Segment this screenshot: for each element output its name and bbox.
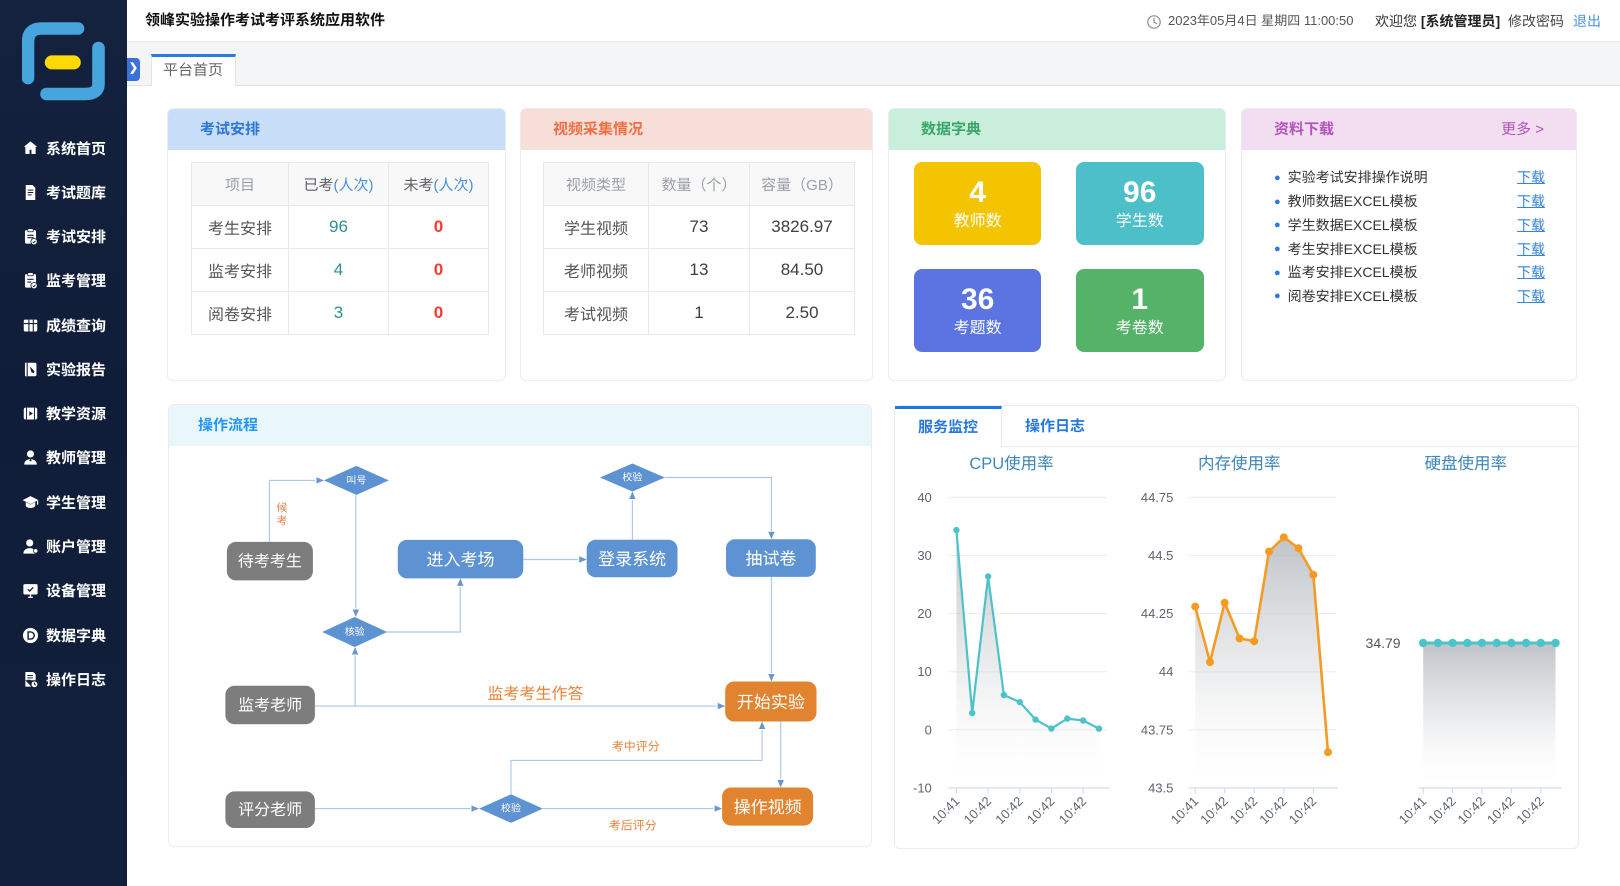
svg-text:10:42: 10:42 — [1227, 793, 1261, 827]
svg-text:评分老师: 评分老师 — [238, 801, 302, 819]
svg-text:0: 0 — [925, 722, 932, 737]
svg-text:10:42: 10:42 — [992, 793, 1026, 827]
svg-text:10:42: 10:42 — [1197, 793, 1231, 827]
svg-text:10:42: 10:42 — [1455, 793, 1489, 827]
svg-text:硬盘使用率: 硬盘使用率 — [1424, 454, 1507, 473]
svg-text:43.75: 43.75 — [1141, 722, 1174, 737]
svg-text:44.5: 44.5 — [1148, 548, 1173, 563]
svg-text:核验: 核验 — [345, 626, 365, 638]
svg-text:叫号: 叫号 — [346, 474, 366, 486]
svg-text:10:42: 10:42 — [1484, 793, 1518, 827]
svg-text:10:41: 10:41 — [1168, 793, 1202, 827]
svg-text:考中评分: 考中评分 — [612, 740, 660, 754]
svg-text:抽试卷: 抽试卷 — [745, 550, 796, 569]
svg-text:10:41: 10:41 — [929, 793, 963, 827]
svg-text:44.75: 44.75 — [1141, 489, 1174, 504]
svg-text:34.79: 34.79 — [1366, 635, 1401, 651]
svg-text:10:42: 10:42 — [1256, 793, 1290, 827]
svg-text:30: 30 — [917, 548, 931, 563]
svg-text:CPU使用率: CPU使用率 — [969, 455, 1053, 473]
svg-text:校验: 校验 — [501, 803, 521, 815]
svg-text:监考老师: 监考老师 — [238, 697, 302, 715]
svg-text:开始实验: 开始实验 — [737, 693, 805, 712]
svg-text:校验: 校验 — [622, 472, 642, 484]
svg-text:10:42: 10:42 — [1024, 793, 1058, 827]
svg-text:43.5: 43.5 — [1148, 780, 1173, 795]
svg-text:10:42: 10:42 — [1425, 793, 1459, 827]
svg-text:内存使用率: 内存使用率 — [1198, 455, 1281, 473]
svg-text:10:41: 10:41 — [1396, 793, 1430, 827]
svg-text:考: 考 — [277, 515, 288, 528]
svg-text:10:42: 10:42 — [961, 793, 995, 827]
svg-text:44: 44 — [1159, 664, 1173, 679]
svg-text:候: 候 — [277, 502, 288, 515]
svg-text:-10: -10 — [913, 780, 932, 795]
svg-text:监考考生作答: 监考考生作答 — [487, 685, 583, 703]
svg-text:10: 10 — [917, 664, 931, 679]
svg-text:操作视频: 操作视频 — [734, 798, 802, 817]
svg-text:登录系统: 登录系统 — [598, 550, 666, 569]
svg-text:20: 20 — [917, 606, 931, 621]
svg-text:10:42: 10:42 — [1286, 793, 1320, 827]
svg-text:10:42: 10:42 — [1056, 793, 1090, 827]
svg-text:40: 40 — [917, 489, 931, 504]
svg-text:10:42: 10:42 — [1513, 793, 1547, 827]
svg-text:44.25: 44.25 — [1141, 606, 1174, 621]
svg-text:考后评分: 考后评分 — [609, 818, 657, 832]
svg-text:待考考生: 待考考生 — [238, 553, 302, 571]
svg-text:进入考场: 进入考场 — [427, 551, 495, 570]
